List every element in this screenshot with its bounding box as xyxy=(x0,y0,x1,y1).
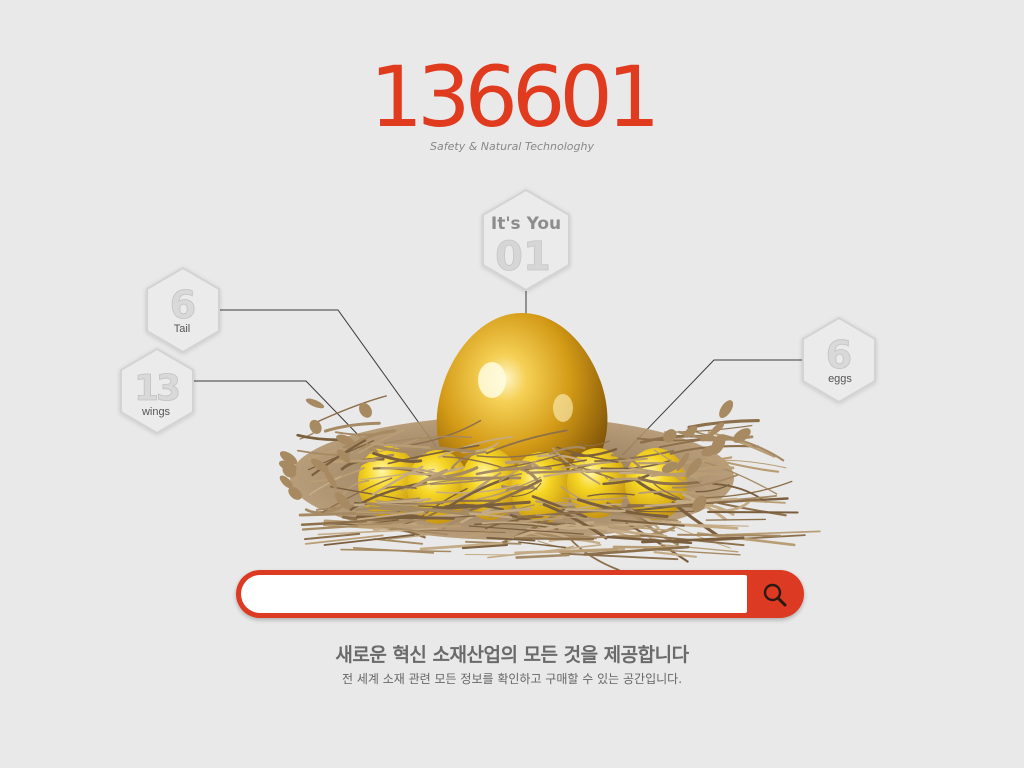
leaf xyxy=(719,400,734,419)
headline: 새로운 혁신 소재산업의 모든 것을 제공합니다 xyxy=(335,644,689,666)
twig xyxy=(296,433,341,442)
twig xyxy=(513,537,595,541)
twig xyxy=(612,545,674,549)
badge-wings: 13 wings xyxy=(120,347,194,435)
twig xyxy=(515,553,570,559)
twig xyxy=(373,538,424,545)
twig xyxy=(724,530,821,536)
leaf xyxy=(359,402,372,418)
twig xyxy=(518,541,566,549)
tail-number: 6 xyxy=(170,283,196,327)
eggs-number: 6 xyxy=(826,333,852,377)
twig xyxy=(560,552,679,561)
tail-label: Tail xyxy=(174,323,191,335)
twig xyxy=(332,458,376,463)
search-icon xyxy=(763,583,787,607)
twig xyxy=(340,548,452,553)
badge-eggs: 6 eggs xyxy=(802,316,876,404)
twig xyxy=(677,533,782,537)
badge-its-you: It's You 01 xyxy=(482,188,570,292)
wings-number: 13 xyxy=(134,368,179,409)
its-you-text: It's You xyxy=(491,214,561,234)
leaf xyxy=(305,398,325,409)
twig xyxy=(707,511,799,514)
search-input[interactable] xyxy=(241,575,747,613)
badge-tail: 6 Tail xyxy=(146,266,220,354)
twig xyxy=(716,501,787,517)
twig xyxy=(705,518,767,521)
its-you-number: 01 xyxy=(495,234,551,280)
search-bar xyxy=(236,570,804,618)
eggs-label: eggs xyxy=(828,373,852,385)
twig xyxy=(309,395,387,426)
twig xyxy=(565,508,626,513)
twig xyxy=(358,524,425,528)
search-button[interactable] xyxy=(748,570,804,618)
twig xyxy=(418,525,462,528)
wings-label: wings xyxy=(141,406,171,418)
subline: 전 세계 소재 관련 모든 정보를 확인하고 구매할 수 있는 공간입니다. xyxy=(341,672,683,686)
twig xyxy=(323,421,381,433)
